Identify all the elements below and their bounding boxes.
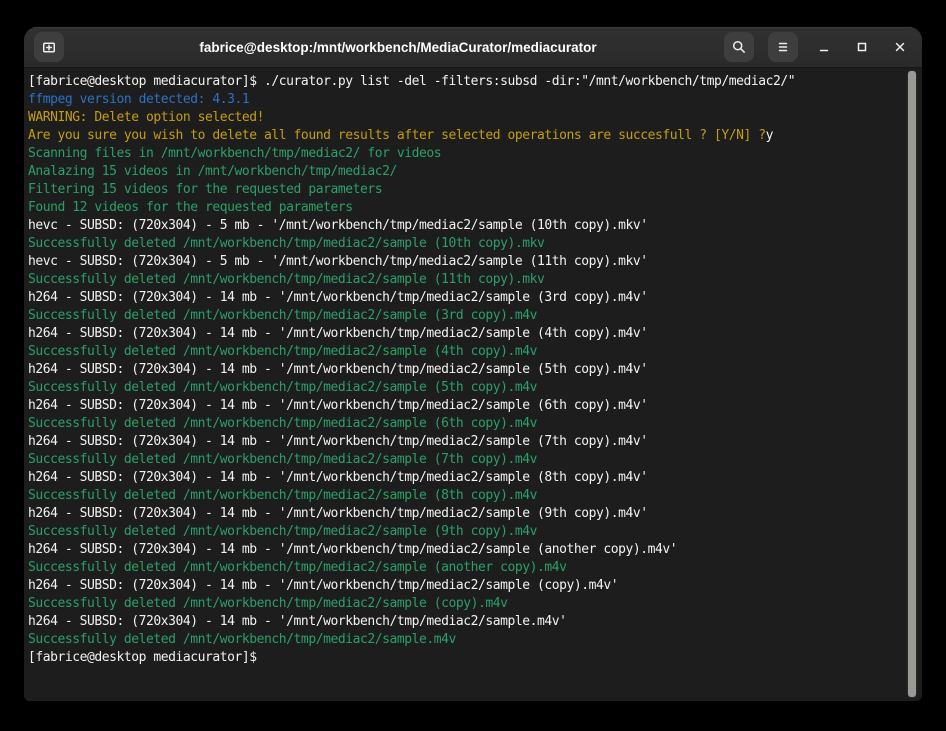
- search-button[interactable]: [724, 32, 754, 62]
- terminal-line: [fabrice@desktop mediacurator]$ ./curato…: [28, 73, 900, 91]
- terminal-line: Filtering 15 videos for the requested pa…: [28, 181, 900, 199]
- terminal-line: WARNING: Delete option selected!: [28, 109, 900, 127]
- close-button[interactable]: [888, 35, 912, 59]
- window-title: fabrice@desktop:/mnt/workbench/MediaCura…: [104, 40, 692, 55]
- menu-button[interactable]: [768, 32, 798, 62]
- terminal-window: fabrice@desktop:/mnt/workbench/MediaCura…: [24, 27, 922, 701]
- terminal-line: h264 - SUBSD: (720x304) - 14 mb - '/mnt/…: [28, 289, 900, 307]
- scrollbar-thumb[interactable]: [907, 70, 917, 698]
- terminal-line: ffmpeg version detected: 4.3.1: [28, 91, 900, 109]
- new-tab-icon: [41, 39, 57, 55]
- minimize-icon: [816, 39, 832, 55]
- terminal-line: Successfully deleted /mnt/workbench/tmp/…: [28, 559, 900, 577]
- terminal-line: Successfully deleted /mnt/workbench/tmp/…: [28, 451, 900, 469]
- terminal-line: Successfully deleted /mnt/workbench/tmp/…: [28, 523, 900, 541]
- terminal-line: h264 - SUBSD: (720x304) - 14 mb - '/mnt/…: [28, 577, 900, 595]
- terminal-line: h264 - SUBSD: (720x304) - 14 mb - '/mnt/…: [28, 325, 900, 343]
- close-icon: [892, 39, 908, 55]
- terminal-line: Scanning files in /mnt/workbench/tmp/med…: [28, 145, 900, 163]
- terminal-viewport[interactable]: [fabrice@desktop mediacurator]$ ./curato…: [24, 68, 922, 701]
- terminal-line: Successfully deleted /mnt/workbench/tmp/…: [28, 307, 900, 325]
- terminal-line: Successfully deleted /mnt/workbench/tmp/…: [28, 379, 900, 397]
- desktop-background: fabrice@desktop:/mnt/workbench/MediaCura…: [0, 0, 946, 731]
- terminal-line: hevc - SUBSD: (720x304) - 5 mb - '/mnt/w…: [28, 217, 900, 235]
- terminal-line: Successfully deleted /mnt/workbench/tmp/…: [28, 235, 900, 253]
- terminal-line: Successfully deleted /mnt/workbench/tmp/…: [28, 487, 900, 505]
- terminal-output: [fabrice@desktop mediacurator]$ ./curato…: [28, 73, 900, 667]
- terminal-line: hevc - SUBSD: (720x304) - 5 mb - '/mnt/w…: [28, 253, 900, 271]
- terminal-line: h264 - SUBSD: (720x304) - 14 mb - '/mnt/…: [28, 397, 900, 415]
- terminal-line: Successfully deleted /mnt/workbench/tmp/…: [28, 595, 900, 613]
- maximize-button[interactable]: [850, 35, 874, 59]
- terminal-line: [fabrice@desktop mediacurator]$: [28, 649, 900, 667]
- terminal-line: Are you sure you wish to delete all foun…: [28, 127, 900, 145]
- terminal-line: h264 - SUBSD: (720x304) - 14 mb - '/mnt/…: [28, 541, 900, 559]
- terminal-line: Successfully deleted /mnt/workbench/tmp/…: [28, 343, 900, 361]
- terminal-line: Found 12 videos for the requested parame…: [28, 199, 900, 217]
- scrollbar[interactable]: [904, 68, 922, 701]
- terminal-line: h264 - SUBSD: (720x304) - 14 mb - '/mnt/…: [28, 361, 900, 379]
- terminal-line: Analazing 15 videos in /mnt/workbench/tm…: [28, 163, 900, 181]
- terminal-line: Successfully deleted /mnt/workbench/tmp/…: [28, 631, 900, 649]
- new-tab-button[interactable]: [34, 32, 64, 62]
- titlebar-controls: [724, 32, 912, 62]
- minimize-button[interactable]: [812, 35, 836, 59]
- titlebar[interactable]: fabrice@desktop:/mnt/workbench/MediaCura…: [24, 27, 922, 68]
- terminal-line: h264 - SUBSD: (720x304) - 14 mb - '/mnt/…: [28, 613, 900, 631]
- search-icon: [731, 39, 747, 55]
- terminal-line: Successfully deleted /mnt/workbench/tmp/…: [28, 415, 900, 433]
- terminal-line: h264 - SUBSD: (720x304) - 14 mb - '/mnt/…: [28, 433, 900, 451]
- hamburger-menu-icon: [775, 39, 791, 55]
- terminal-line: Successfully deleted /mnt/workbench/tmp/…: [28, 271, 900, 289]
- maximize-icon: [854, 39, 870, 55]
- terminal-line: h264 - SUBSD: (720x304) - 14 mb - '/mnt/…: [28, 469, 900, 487]
- terminal-line: h264 - SUBSD: (720x304) - 14 mb - '/mnt/…: [28, 505, 900, 523]
